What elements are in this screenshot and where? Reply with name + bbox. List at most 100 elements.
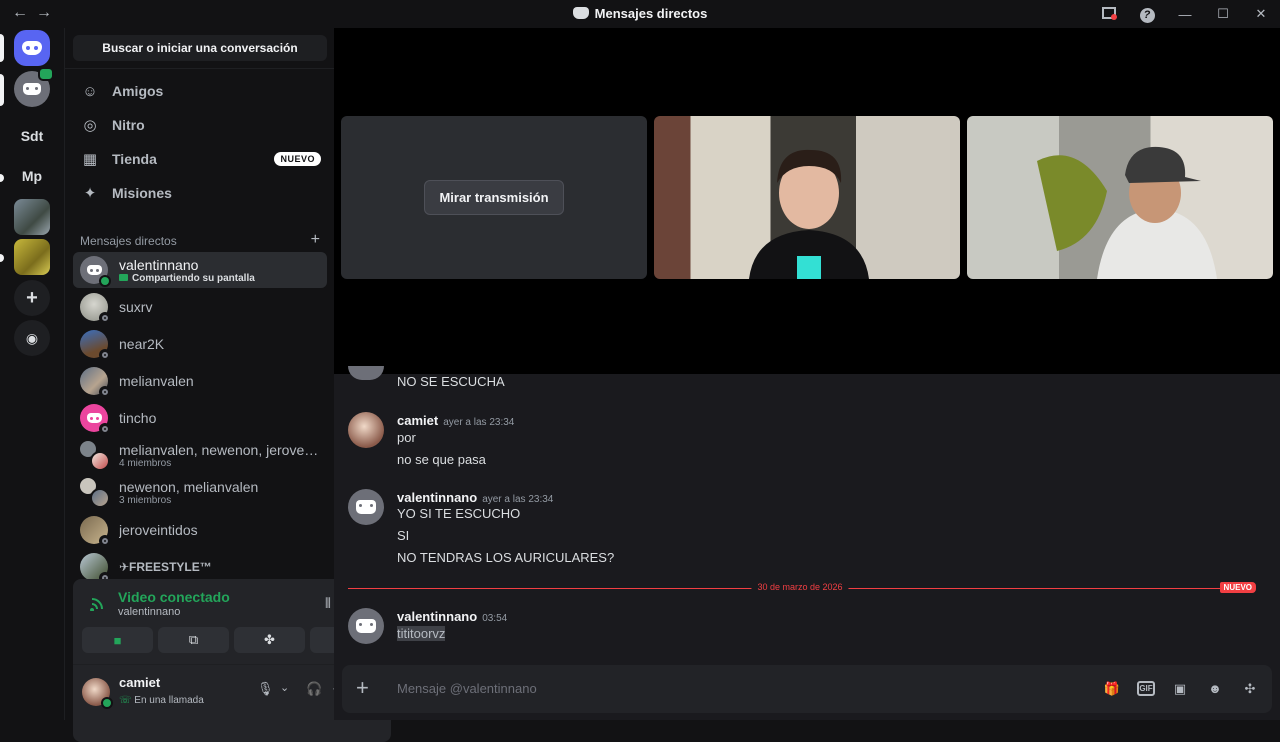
dm-item-melianvalen[interactable]: melianvalen: [73, 363, 327, 399]
author-avatar[interactable]: [348, 412, 384, 448]
help-icon[interactable]: ?: [1128, 6, 1166, 23]
webcam-person-2: [1037, 146, 1217, 279]
nav-nitro[interactable]: ◎ Nitro: [73, 109, 327, 141]
avatar: [80, 516, 111, 547]
explore-icon[interactable]: ◉: [14, 320, 50, 356]
author-name[interactable]: camiet: [397, 413, 438, 428]
shop-icon: ▦: [82, 151, 98, 168]
message-timestamp: ayer a las 23:34: [482, 494, 554, 505]
dm-name: ✈FREESTYLE™: [119, 560, 212, 574]
nav-quests[interactable]: ✦ Misiones: [73, 177, 327, 209]
message-text: tititoorvz: [397, 626, 446, 641]
dm-item-near2k[interactable]: near2K: [73, 326, 327, 362]
stream-tile[interactable]: Mirar transmisión: [341, 116, 647, 279]
message-text: YO SI TE ESCUCHO: [397, 506, 521, 521]
watch-stream-button[interactable]: Mirar transmisión: [424, 180, 564, 215]
discord-logo-icon: [356, 500, 376, 514]
avatar: [80, 293, 111, 324]
offline-status-icon: [99, 312, 111, 324]
author-avatar[interactable]: [348, 489, 384, 525]
discord-logo-icon: [86, 265, 102, 275]
chevron-down-icon[interactable]: ⌄: [280, 681, 289, 694]
dm-item-suxrv[interactable]: suxrv: [73, 289, 327, 325]
notification-badge: [38, 67, 54, 81]
server-icon-1[interactable]: [14, 67, 54, 107]
attach-plus-icon[interactable]: +: [356, 675, 369, 701]
gift-icon[interactable]: 🎁: [1102, 679, 1122, 699]
nav-label: Amigos: [112, 83, 164, 99]
sticker-icon[interactable]: ▣: [1170, 679, 1190, 699]
headset-icon[interactable]: 🎧: [306, 681, 322, 697]
direct-messages-button[interactable]: [14, 30, 50, 66]
composer-tools: 🎁 GIF ▣ ☻ ✣: [1102, 679, 1260, 699]
window-title: Mensajes directos: [0, 6, 1280, 21]
online-status-icon: [99, 275, 111, 287]
dm-item-group-1[interactable]: melianvalen, newenon, jerovein… 4 miembro…: [73, 437, 327, 473]
dm-section-header: Mensajes directos +: [80, 232, 320, 249]
nav-shop[interactable]: ▦ Tienda NUEVO: [73, 143, 327, 175]
server-icon-image-1[interactable]: [14, 199, 50, 235]
author-name[interactable]: valentinnano: [397, 609, 477, 624]
soundboard-icon[interactable]: ⫴: [325, 595, 331, 612]
dm-item-group-2[interactable]: newenon, melianvalen 3 miembros: [73, 474, 327, 510]
message-text: por: [397, 430, 416, 445]
offline-status-icon: [99, 386, 111, 398]
server-icon-image-2[interactable]: [14, 239, 50, 275]
maximize-icon[interactable]: ☐: [1204, 6, 1242, 22]
unread-pill: [0, 74, 4, 106]
microphone-icon[interactable]: 🎙: [257, 681, 274, 697]
dm-name: near2K: [119, 336, 165, 352]
new-messages-divider: 30 de marzo de 2026 NUEVO: [348, 582, 1256, 593]
video-tile-2[interactable]: [967, 116, 1273, 279]
add-server-icon[interactable]: +: [14, 280, 50, 316]
avatar: [80, 367, 111, 398]
dm-item-valentinnano[interactable]: valentinnano Compartiendo su pantalla: [73, 252, 327, 288]
minimize-icon[interactable]: —: [1166, 7, 1204, 22]
author-name[interactable]: valentinnano: [397, 490, 477, 505]
avatar: [348, 366, 384, 380]
dm-item-tincho[interactable]: tincho: [73, 400, 327, 436]
window-title-text: Mensajes directos: [594, 6, 708, 21]
screen-share-icon: [119, 273, 128, 281]
close-icon[interactable]: ✕: [1242, 6, 1280, 22]
discord-logo-icon: [356, 619, 376, 633]
emoji-icon[interactable]: ☻: [1205, 679, 1225, 699]
share-screen-button[interactable]: ⧉: [158, 627, 229, 653]
nav-label: Nitro: [112, 117, 145, 133]
unread-dot: [0, 254, 4, 262]
group-avatar: [78, 439, 110, 471]
offline-status-icon: [99, 349, 111, 361]
selected-pill: [0, 34, 4, 62]
screen-share-icon[interactable]: [1090, 6, 1128, 22]
message-input[interactable]: Mensaje @valentinnano: [397, 681, 537, 696]
search-input[interactable]: Buscar o iniciar una conversación: [73, 35, 327, 61]
user-area[interactable]: camiet ☏ En una llamada: [82, 675, 204, 709]
nav-friends[interactable]: ☺ Amigos: [73, 75, 327, 107]
server-icon-mp[interactable]: Mp: [14, 158, 50, 194]
quests-icon: ✦: [83, 185, 97, 202]
apps-icon[interactable]: ✣: [1240, 679, 1260, 699]
video-tile-1[interactable]: [654, 116, 960, 279]
signal-icon[interactable]: [90, 595, 106, 611]
dm-sidebar: Buscar o iniciar una conversación ☺ Amigo…: [64, 28, 391, 742]
dm-name: jeroveintidos: [119, 522, 198, 538]
username: camiet: [119, 675, 161, 690]
server-icon-sdt[interactable]: Sdt: [14, 118, 50, 154]
title-bar: ← → Mensajes directos ? — ☐ ✕: [0, 0, 1280, 28]
camera-button[interactable]: ■: [82, 627, 153, 653]
gif-button[interactable]: GIF: [1137, 681, 1155, 696]
message-composer: + Mensaje @valentinnano 🎁 GIF ▣ ☻ ✣: [342, 665, 1272, 713]
unread-dot: [0, 174, 4, 182]
discord-logo-icon: [86, 413, 102, 423]
author-avatar[interactable]: [348, 608, 384, 644]
dm-name: newenon, melianvalen: [119, 478, 259, 495]
voice-channel[interactable]: valentinnano: [118, 606, 180, 618]
friends-icon: ☺: [82, 82, 98, 100]
avatar: [80, 330, 111, 361]
nav-label: Tienda: [112, 151, 157, 167]
divider-date: 30 de marzo de 2026: [751, 582, 849, 592]
create-dm-icon[interactable]: +: [311, 232, 320, 248]
user-avatar: [82, 677, 113, 709]
activities-button[interactable]: ✤: [234, 627, 305, 653]
dm-item-jeroveintidos[interactable]: jeroveintidos: [73, 512, 327, 548]
